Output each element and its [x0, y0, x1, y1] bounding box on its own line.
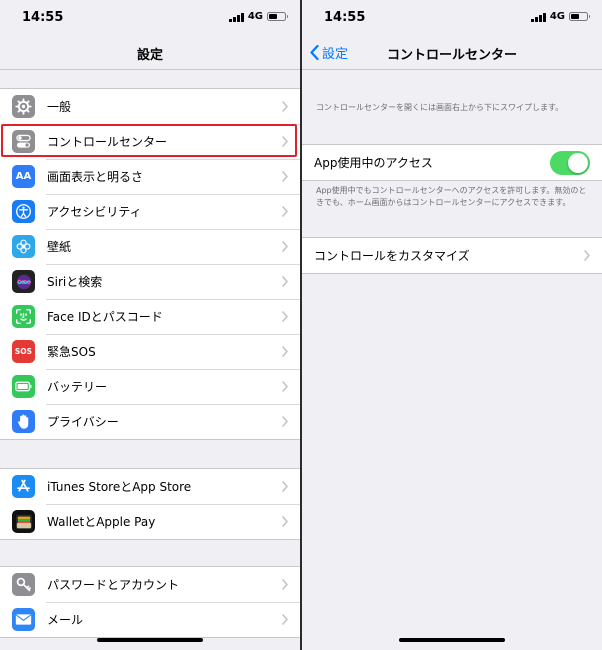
chevron-right-icon	[282, 516, 288, 527]
network-type: 4G	[549, 11, 565, 22]
access-description-note: App使用中でもコントロールセンターへのアクセスを許可します。無効のときでも、ホ…	[316, 186, 587, 207]
app-store-icon	[12, 475, 35, 498]
highlight-box	[1, 124, 297, 157]
customize-controls-row[interactable]: コントロールをカスタマイズ	[302, 238, 602, 273]
siri-icon	[12, 270, 35, 293]
chevron-right-icon	[282, 481, 288, 492]
settings-row-label: パスワードとアカウント	[47, 578, 180, 592]
status-icons: 4G	[229, 11, 288, 22]
text-size-icon: AA	[12, 165, 35, 188]
settings-row-label: iTunes StoreとApp Store	[47, 480, 192, 494]
access-within-apps-toggle[interactable]	[550, 151, 590, 175]
chevron-right-icon	[282, 276, 288, 287]
nav-bar: 設定	[0, 34, 300, 70]
settings-group-stores: iTunes StoreとApp Store WalletとApple Pay	[0, 468, 300, 540]
settings-row-label: バッテリー	[47, 380, 108, 394]
control-center-screen: 14:55 4G 設定 コントロールセンター コントロールセンターを開くには画面…	[302, 0, 602, 650]
settings-row-wallet[interactable]: WalletとApple Pay	[0, 504, 300, 539]
status-time: 14:55	[324, 10, 366, 25]
status-bar: 14:55 4G	[302, 0, 602, 34]
key-icon	[12, 573, 35, 596]
settings-row-label: WalletとApple Pay	[47, 515, 156, 529]
icon-glyph: SOS	[14, 347, 33, 356]
status-icons: 4G	[531, 11, 590, 22]
customize-group: コントロールをカスタマイズ	[302, 237, 602, 274]
chevron-right-icon	[282, 241, 288, 252]
wallet-icon	[12, 510, 35, 533]
settings-row-wallpaper-flower[interactable]: 壁紙	[0, 229, 300, 264]
settings-row-label: 壁紙	[47, 240, 72, 254]
gear-icon	[12, 95, 35, 118]
icon-glyph: AA	[15, 171, 32, 182]
hand-icon	[12, 410, 35, 433]
swipe-instruction-note: コントロールセンターを開くには画面右上から下にスワイプします。	[316, 103, 564, 112]
home-indicator[interactable]	[97, 638, 203, 642]
network-type: 4G	[247, 11, 263, 22]
customize-controls-label: コントロールをカスタマイズ	[314, 249, 470, 263]
chevron-right-icon	[282, 311, 288, 322]
settings-row-label: プライバシー	[47, 415, 119, 429]
settings-screen: 14:55 4G 設定 一般 コントロールセンター AA 画面表示と明るさ アクセシビリ…	[0, 0, 300, 650]
signal-icon	[229, 12, 244, 22]
toggle-knob	[568, 153, 588, 173]
settings-row-face-id[interactable]: Face IDとパスコード	[0, 299, 300, 334]
page-title: コントロールセンター	[386, 48, 517, 63]
sos-icon: SOS	[12, 340, 35, 363]
settings-row-label: Siriと検索	[47, 275, 103, 289]
chevron-right-icon	[282, 416, 288, 427]
settings-row-battery[interactable]: バッテリー	[0, 369, 300, 404]
chevron-right-icon	[282, 614, 288, 625]
settings-row-hand[interactable]: プライバシー	[0, 404, 300, 439]
signal-icon	[531, 12, 546, 22]
settings-row-siri[interactable]: Siriと検索	[0, 264, 300, 299]
settings-row-label: アクセシビリティ	[47, 205, 142, 219]
settings-group-accounts: パスワードとアカウント メール	[0, 566, 300, 638]
home-indicator[interactable]	[399, 638, 505, 642]
settings-row-accessibility[interactable]: アクセシビリティ	[0, 194, 300, 229]
status-time: 14:55	[22, 10, 64, 25]
settings-row-sos[interactable]: SOS 緊急SOS	[0, 334, 300, 369]
access-within-apps-row: App使用中のアクセス	[302, 145, 602, 180]
chevron-right-icon	[282, 579, 288, 590]
settings-row-mail[interactable]: メール	[0, 602, 300, 637]
screenshot-pair: 14:55 4G 設定 一般 コントロールセンター AA 画面表示と明るさ アクセシビリ…	[0, 0, 602, 650]
battery-status-icon	[267, 12, 288, 21]
chevron-right-icon	[282, 206, 288, 217]
access-group: App使用中のアクセス	[302, 144, 602, 181]
settings-row-gear[interactable]: 一般	[0, 89, 300, 124]
battery-status-icon	[569, 12, 590, 21]
battery-icon	[12, 375, 35, 398]
settings-row-label: 緊急SOS	[47, 345, 96, 359]
page-title: 設定	[136, 48, 163, 63]
chevron-right-icon	[584, 250, 590, 261]
chevron-right-icon	[282, 101, 288, 112]
chevron-right-icon	[282, 381, 288, 392]
settings-row-label: 画面表示と明るさ	[47, 170, 144, 184]
wallpaper-flower-icon	[12, 235, 35, 258]
settings-row-label: メール	[47, 613, 84, 627]
settings-row-key[interactable]: パスワードとアカウント	[0, 567, 300, 602]
status-bar: 14:55 4G	[0, 0, 300, 34]
chevron-right-icon	[282, 346, 288, 357]
face-id-icon	[12, 305, 35, 328]
settings-row-label: Face IDとパスコード	[47, 310, 163, 324]
chevron-right-icon	[282, 171, 288, 182]
accessibility-icon	[12, 200, 35, 223]
settings-row-app-store[interactable]: iTunes StoreとApp Store	[0, 469, 300, 504]
nav-bar: 設定 コントロールセンター	[302, 34, 602, 70]
settings-row-label: 一般	[47, 100, 72, 114]
mail-icon	[12, 608, 35, 631]
settings-row-text-size[interactable]: AA 画面表示と明るさ	[0, 159, 300, 194]
